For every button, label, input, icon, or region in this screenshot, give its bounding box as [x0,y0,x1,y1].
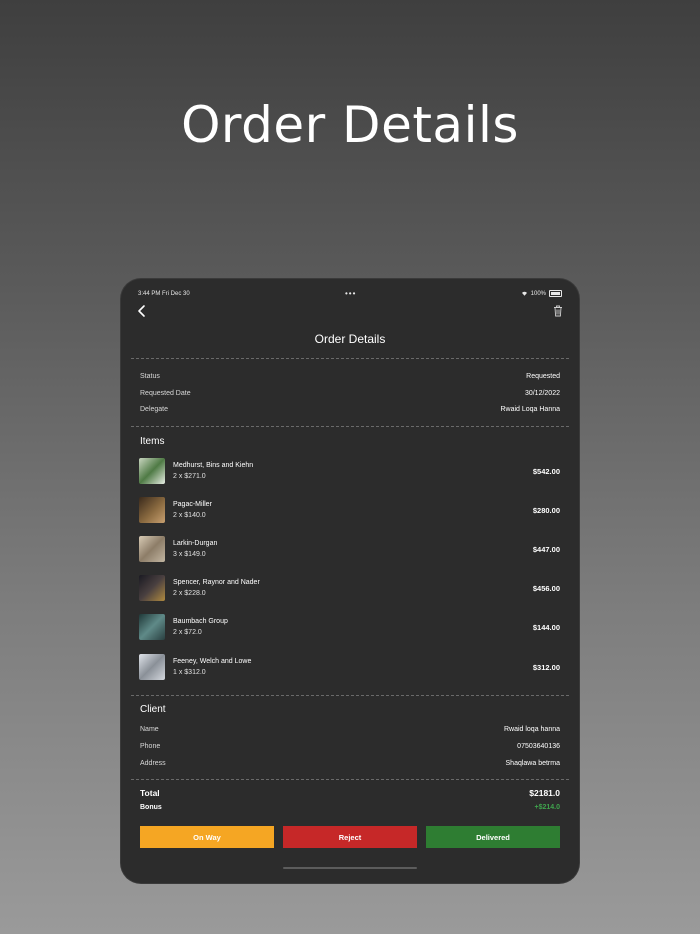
client-row-name: Name Rwaid loqa hanna [140,723,560,735]
detail-label: Requested Date [140,389,191,397]
trash-icon[interactable] [553,305,563,317]
item-quantity: 2 x $72.0 [173,628,202,636]
detail-value: Rwaid Loqa Hanna [500,405,560,413]
client-label: Address [140,759,166,767]
item-total: $312.00 [532,662,560,672]
client-row-address: Address Shaqlawa betrma [140,757,560,769]
product-thumbnail [139,497,165,523]
divider [131,779,569,780]
item-name: Spencer, Raynor and Nader [173,578,260,586]
divider [131,695,569,696]
item-name: Baumbach Group [173,617,228,625]
status-right: 100% [521,290,562,297]
item-quantity: 2 x $271.0 [173,472,206,480]
divider [131,426,569,427]
product-thumbnail [139,458,165,484]
bonus-row: Bonus +$214.0 [140,804,560,811]
item-name: Medhurst, Bins and Kiehn [173,461,254,469]
client-value: Shaqlawa betrma [505,759,560,767]
detail-row-delegate: Delegate Rwaid Loqa Hanna [140,403,560,415]
items-section-title: Items [140,436,165,447]
divider [131,358,569,359]
status-bar: 3:44 PM Fri Dec 30 ••• 100% [121,289,579,301]
total-row: Total $2181.0 [140,788,560,798]
item-total: $447.00 [532,544,560,554]
client-row-phone: Phone 07503640136 [140,740,560,752]
detail-label: Status [140,372,160,380]
item-total: $280.00 [532,505,560,515]
item-total: $144.00 [532,622,560,632]
battery-icon [549,290,562,297]
item-total: $542.00 [532,466,560,476]
detail-row-requested-date: Requested Date 30/12/2022 [140,387,560,399]
item-quantity: 2 x $140.0 [173,511,206,519]
status-time: 3:44 PM Fri Dec 30 [138,291,190,297]
device-screen: 3:44 PM Fri Dec 30 ••• 100% Order Detail… [121,279,579,883]
list-item[interactable]: Baumbach Group 2 x $72.0 $144.00 [139,613,560,641]
reject-button[interactable]: Reject [283,826,417,848]
list-item[interactable]: Larkin-Durgan 3 x $149.0 $447.00 [139,535,560,563]
list-item[interactable]: Pagac-Miller 2 x $140.0 $280.00 [139,496,560,524]
client-label: Phone [140,742,161,750]
bonus-label: Bonus [140,804,162,811]
item-name: Larkin-Durgan [173,539,218,547]
detail-row-status: Status Requested [140,370,560,382]
item-quantity: 2 x $228.0 [173,589,206,597]
client-value: 07503640136 [517,742,560,750]
client-label: Name [140,725,159,733]
on-way-button[interactable]: On Way [140,826,274,848]
page-title: Order Details [314,332,386,346]
delivered-button[interactable]: Delivered [426,826,560,848]
wifi-icon [521,291,527,296]
product-thumbnail [139,536,165,562]
total-label: Total [140,788,160,798]
detail-value: 30/12/2022 [524,389,560,397]
item-quantity: 1 x $312.0 [173,668,206,676]
client-value: Rwaid loqa hanna [503,725,560,733]
product-thumbnail [139,614,165,640]
hero-title: Order Details [181,96,519,154]
item-name: Feeney, Welch and Lowe [173,657,252,665]
detail-label: Delegate [140,405,169,413]
product-thumbnail [139,575,165,601]
list-item[interactable]: Feeney, Welch and Lowe 1 x $312.0 $312.0… [139,653,560,681]
product-thumbnail [139,654,165,680]
multitask-dots[interactable]: ••• [345,289,356,298]
item-total: $456.00 [532,583,560,593]
list-item[interactable]: Spencer, Raynor and Nader 2 x $228.0 $45… [139,574,560,602]
list-item[interactable]: Medhurst, Bins and Kiehn 2 x $271.0 $542… [139,457,560,485]
bonus-value: +$214.0 [534,804,561,811]
item-name: Pagac-Miller [173,500,212,508]
total-value: $2181.0 [529,788,560,798]
battery-percent: 100% [530,290,546,297]
client-section-title: Client [140,704,166,715]
item-quantity: 3 x $149.0 [173,550,206,558]
detail-value: Requested [526,372,560,380]
home-indicator[interactable] [283,867,417,869]
chevron-left-icon[interactable] [135,304,149,318]
